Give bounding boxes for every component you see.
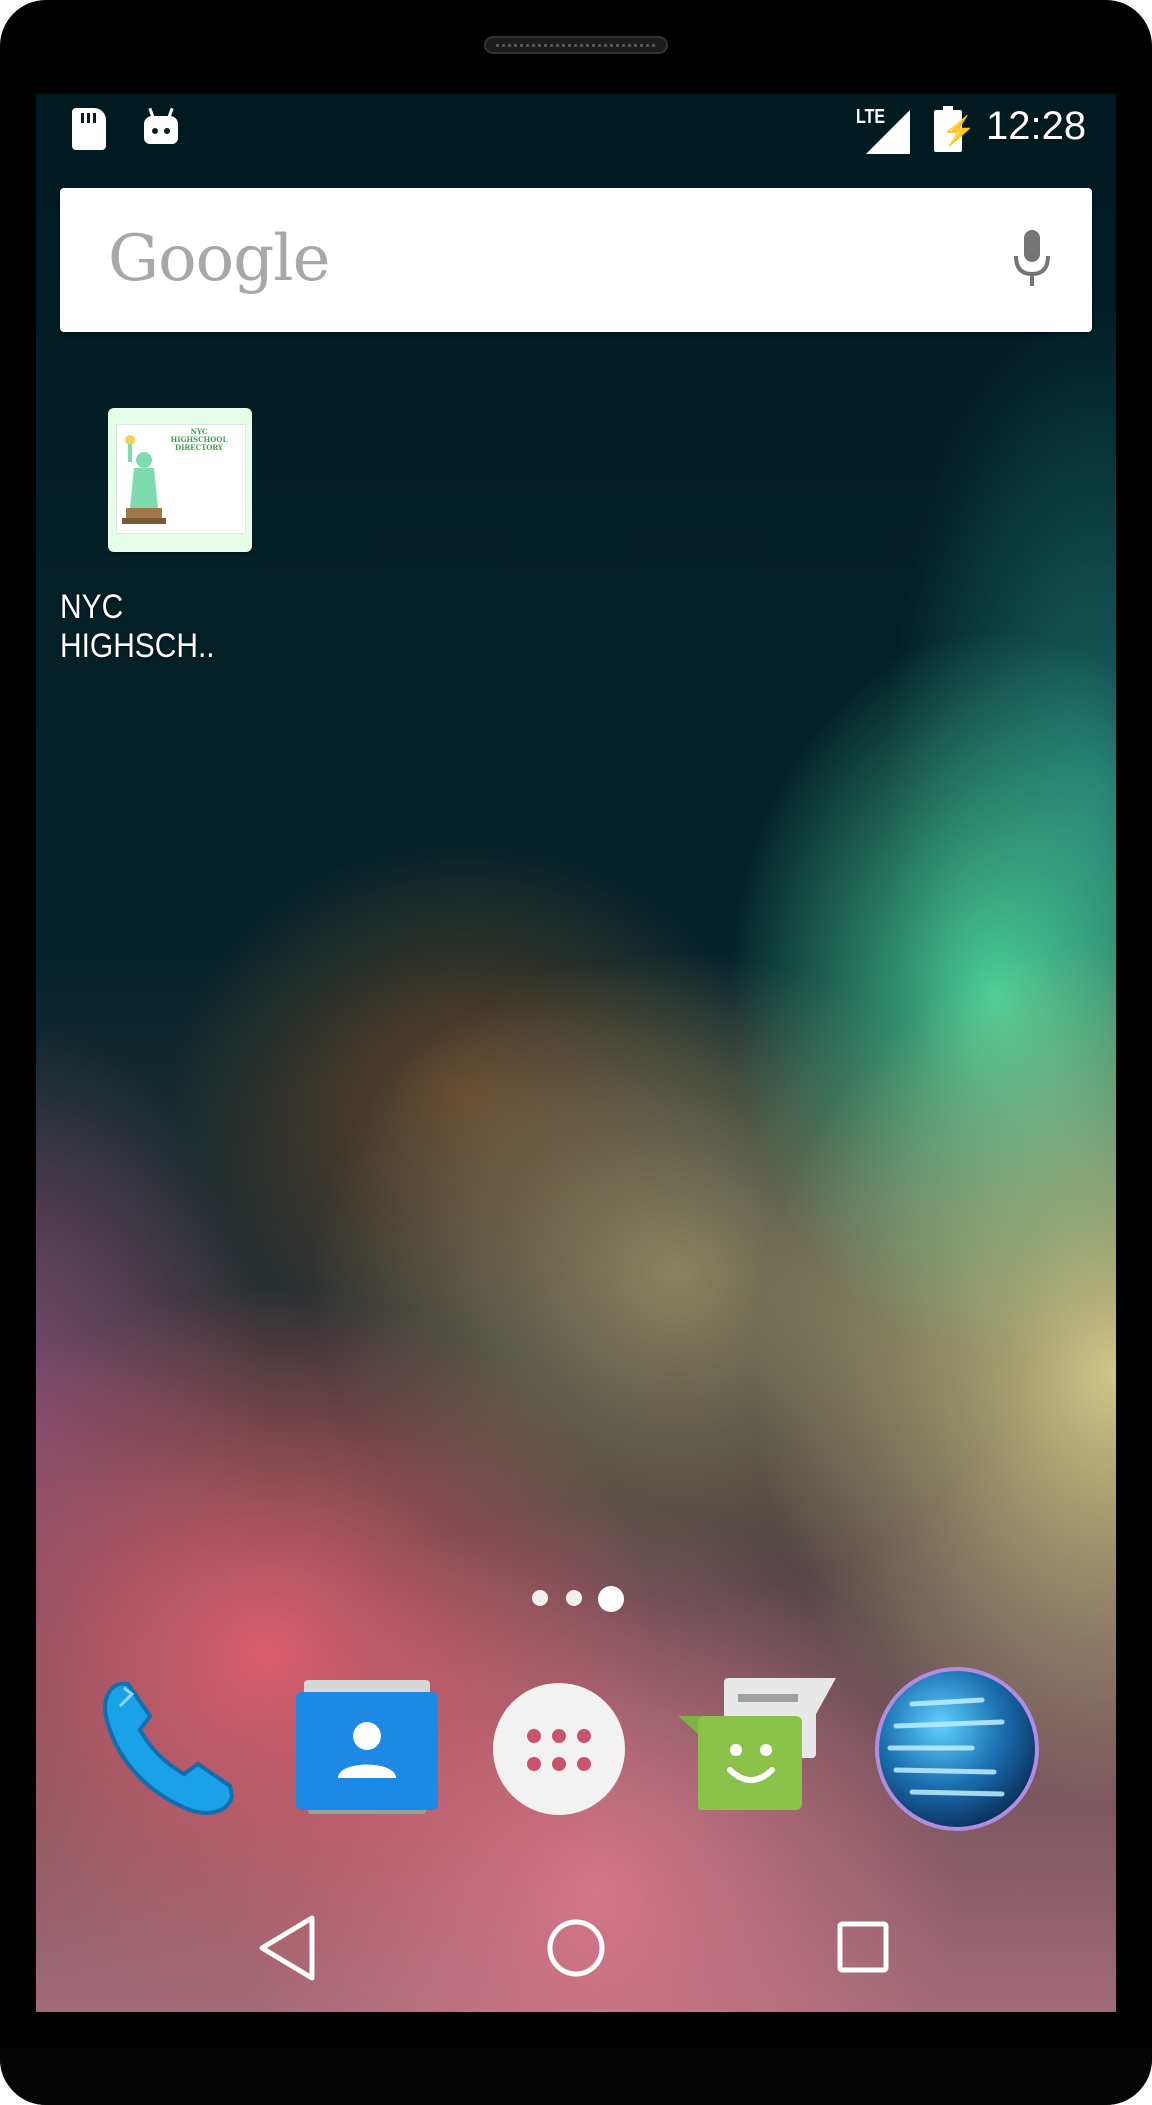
app-label: NYC HIGHSCH.. bbox=[60, 588, 215, 665]
dock bbox=[36, 1664, 1116, 1834]
app-drawer-icon[interactable] bbox=[474, 1664, 644, 1834]
app-shortcut-nyc-highschool[interactable]: NYC HIGHSCHOOL DIRECTORY NYC HIGHSCH.. bbox=[60, 400, 316, 665]
google-logo: Google bbox=[108, 222, 330, 296]
globe-icon[interactable] bbox=[872, 1664, 1042, 1834]
battery-charging-icon: ⚡ bbox=[934, 106, 976, 152]
page-indicator bbox=[532, 1582, 642, 1612]
recents-icon[interactable] bbox=[826, 1910, 902, 1986]
navigation-bar bbox=[36, 1884, 1116, 2012]
contacts-icon[interactable] bbox=[282, 1664, 452, 1834]
nyc-highschool-directory-icon[interactable]: NYC HIGHSCHOOL DIRECTORY bbox=[108, 408, 252, 552]
bottom-bezel bbox=[0, 2048, 1152, 2105]
page-dot-current bbox=[598, 1586, 624, 1612]
sd-card-icon bbox=[72, 108, 106, 150]
google-search-bar[interactable]: Google bbox=[60, 188, 1092, 332]
screen[interactable]: LTE ⚡ 12:28 Google NYC HIGHSCHOOL DIRECT… bbox=[36, 94, 1116, 2012]
back-icon[interactable] bbox=[250, 1910, 326, 1986]
android-debug-icon bbox=[144, 107, 178, 144]
status-bar[interactable]: LTE ⚡ 12:28 bbox=[36, 94, 1116, 166]
page-dot bbox=[532, 1590, 548, 1606]
app-icon-text: NYC HIGHSCHOOL DIRECTORY bbox=[170, 427, 228, 452]
page-dot bbox=[566, 1590, 582, 1606]
mic-icon[interactable] bbox=[1008, 228, 1056, 292]
device-frame: LTE ⚡ 12:28 Google NYC HIGHSCHOOL DIRECT… bbox=[0, 0, 1152, 2105]
home-icon[interactable] bbox=[538, 1910, 614, 1986]
clock: 12:28 bbox=[986, 104, 1087, 148]
earpiece-speaker bbox=[484, 36, 668, 54]
network-type: LTE bbox=[856, 106, 886, 128]
messaging-icon[interactable] bbox=[668, 1664, 838, 1834]
phone-icon[interactable] bbox=[80, 1664, 250, 1834]
